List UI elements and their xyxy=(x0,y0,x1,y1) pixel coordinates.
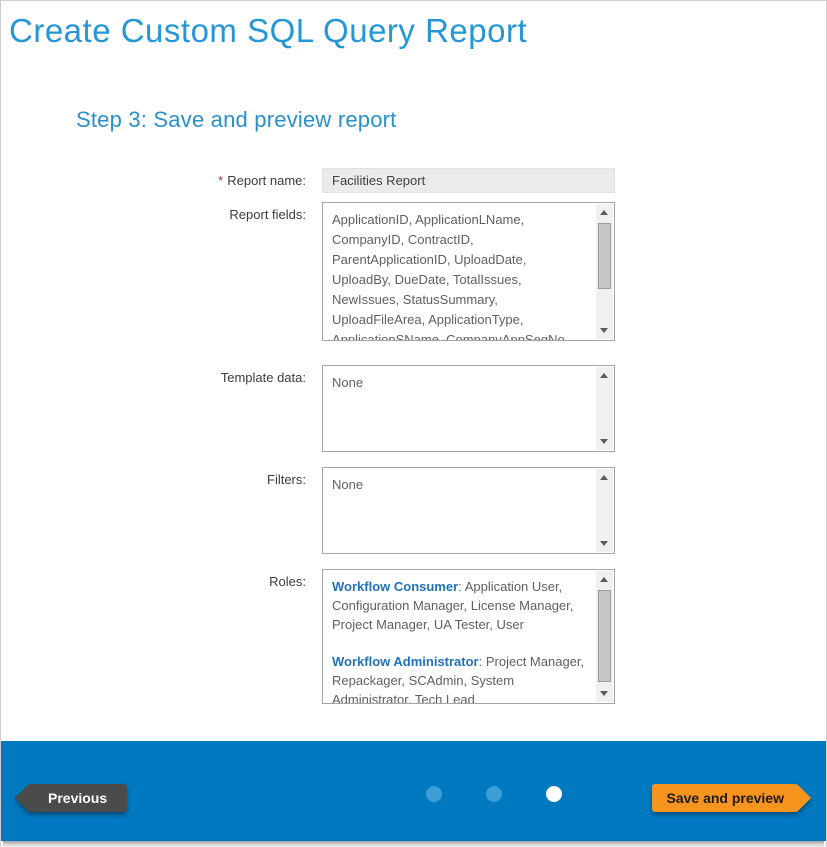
role-group-name: Workflow Administrator xyxy=(332,654,479,669)
report-form: * Report name: Report fields: Application… xyxy=(1,168,826,704)
scroll-up-icon[interactable] xyxy=(596,469,613,486)
report-name-row: * Report name: xyxy=(1,168,826,193)
filters-row: Filters: None xyxy=(1,467,826,554)
report-name-label: * Report name: xyxy=(1,168,306,189)
required-asterisk: * xyxy=(218,173,223,188)
filters-label: Filters: xyxy=(1,467,306,488)
filters-text: None xyxy=(323,468,614,495)
report-fields-label: Report fields: xyxy=(1,202,306,223)
report-fields-scrollbar[interactable] xyxy=(596,204,613,339)
roles-label: Roles: xyxy=(1,569,306,590)
role-group: Workflow Administrator: Project Manager,… xyxy=(332,652,588,704)
scroll-down-icon[interactable] xyxy=(596,322,613,339)
filters-box[interactable]: None xyxy=(322,467,615,554)
scroll-down-icon[interactable] xyxy=(596,433,613,450)
report-name-input[interactable] xyxy=(322,168,615,193)
scroll-up-icon[interactable] xyxy=(596,367,613,384)
previous-button[interactable]: Previous xyxy=(28,784,127,812)
scrollbar-thumb[interactable] xyxy=(598,223,611,289)
role-group-name: Workflow Consumer xyxy=(332,579,458,594)
save-and-preview-button[interactable]: Save and preview xyxy=(652,784,798,812)
template-data-box[interactable]: None xyxy=(322,365,615,452)
report-name-label-text: Report name: xyxy=(227,173,306,188)
step-dot-3-active[interactable] xyxy=(546,786,562,802)
page-bottom-shadow xyxy=(3,841,824,847)
role-separator: : xyxy=(479,654,486,669)
step-indicator xyxy=(426,786,562,802)
template-data-scrollbar[interactable] xyxy=(596,367,613,450)
report-fields-box[interactable]: ApplicationID, ApplicationLName, Company… xyxy=(322,202,615,341)
report-fields-text: ApplicationID, ApplicationLName, Company… xyxy=(323,203,614,341)
scroll-down-icon[interactable] xyxy=(596,685,613,702)
template-data-row: Template data: None xyxy=(1,365,826,452)
template-data-label: Template data: xyxy=(1,365,306,386)
template-data-text: None xyxy=(323,366,614,393)
role-group: Workflow Consumer: Application User, Con… xyxy=(332,577,588,634)
scroll-up-icon[interactable] xyxy=(596,571,613,588)
scroll-down-icon[interactable] xyxy=(596,535,613,552)
step-heading: Step 3: Save and preview report xyxy=(76,107,826,133)
step-dot-2[interactable] xyxy=(486,786,502,802)
wizard-footer: Previous Save and preview xyxy=(1,741,827,841)
roles-text: Workflow Consumer: Application User, Con… xyxy=(323,570,614,704)
scroll-up-icon[interactable] xyxy=(596,204,613,221)
page-title: Create Custom SQL Query Report xyxy=(9,11,826,51)
roles-row: Roles: Workflow Consumer: Application Us… xyxy=(1,569,826,704)
step-dot-1[interactable] xyxy=(426,786,442,802)
wizard-page: Create Custom SQL Query Report Step 3: S… xyxy=(0,0,827,847)
filters-scrollbar[interactable] xyxy=(596,469,613,552)
roles-box[interactable]: Workflow Consumer: Application User, Con… xyxy=(322,569,615,704)
roles-scrollbar[interactable] xyxy=(596,571,613,702)
report-fields-row: Report fields: ApplicationID, Applicatio… xyxy=(1,202,826,341)
scrollbar-thumb[interactable] xyxy=(598,590,611,682)
